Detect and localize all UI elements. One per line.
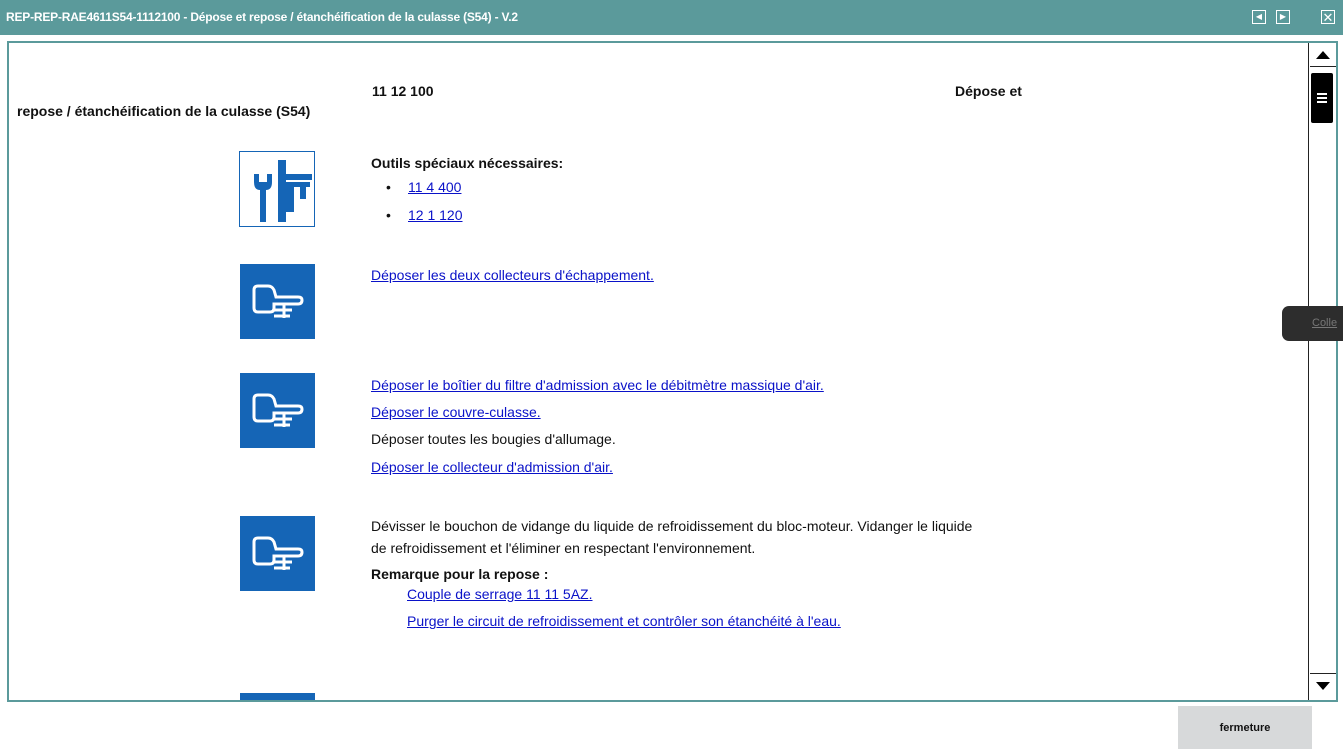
side-collapse-tab[interactable]: Colle <box>1282 306 1343 341</box>
pointing-hand-icon <box>240 693 315 700</box>
scroll-down-button[interactable] <box>1310 673 1336 697</box>
step3-link-bleed-cooling-circuit[interactable]: Purger le circuit de refroidissement et … <box>407 613 841 629</box>
next-button[interactable]: ▶ <box>1276 10 1290 24</box>
grip-line-icon <box>1317 93 1327 95</box>
special-tools-title: Outils spéciaux nécessaires: <box>371 155 564 171</box>
pointing-hand-icon <box>240 373 315 448</box>
vertical-scrollbar[interactable] <box>1308 43 1336 700</box>
page-title-part2: repose / étanchéification de la culasse … <box>17 103 311 119</box>
title-bar: REP-REP-RAE4611S54-1112100 - Dépose et r… <box>0 0 1343 35</box>
document-frame: 11 12 100 Dépose et repose / étanchéific… <box>7 41 1338 702</box>
step3-text-line2: de refroidissement et l'éliminer en resp… <box>371 540 756 556</box>
side-tab-label: Colle <box>1312 317 1338 329</box>
triangle-left-icon: ◀ <box>1255 12 1263 21</box>
tool-link-2[interactable]: 12 1 120 <box>408 207 463 223</box>
special-tools-icon <box>239 151 315 227</box>
bullet-1: • <box>386 179 391 195</box>
step3-note-title: Remarque pour la repose : <box>371 566 549 582</box>
repair-number: 11 12 100 <box>372 83 434 99</box>
page-title-part1: Dépose et <box>955 83 1022 99</box>
step2-link-cylinder-head-cover[interactable]: Déposer le couvre-culasse. <box>371 404 541 420</box>
close-x-icon: ✕ <box>1322 9 1334 25</box>
document-content: 11 12 100 Dépose et repose / étanchéific… <box>9 43 1309 700</box>
step3-link-tightening-torque[interactable]: Couple de serrage 11 11 5AZ. <box>407 586 593 602</box>
step2-link-air-filter-housing[interactable]: Déposer le boîtier du filtre d'admission… <box>371 377 824 393</box>
triangle-down-icon <box>1316 682 1330 690</box>
previous-button[interactable]: ◀ <box>1252 10 1266 24</box>
tool-link-1[interactable]: 11 4 400 <box>408 179 461 195</box>
triangle-right-icon: ▶ <box>1279 12 1287 21</box>
step2-text-spark-plugs: Déposer toutes les bougies d'allumage. <box>371 431 616 447</box>
bullet-2: • <box>386 207 391 223</box>
scroll-thumb[interactable] <box>1311 73 1333 123</box>
close-button[interactable]: fermeture <box>1178 706 1312 749</box>
grip-line-icon <box>1317 97 1327 99</box>
step2-link-intake-manifold[interactable]: Déposer le collecteur d'admission d'air. <box>371 459 613 475</box>
step1-link-exhaust-manifolds[interactable]: Déposer les deux collecteurs d'échappeme… <box>371 267 654 283</box>
pointing-hand-icon <box>240 516 315 591</box>
window-title: REP-REP-RAE4611S54-1112100 - Dépose et r… <box>6 10 518 24</box>
step3-text-line1: Dévisser le bouchon de vidange du liquid… <box>371 518 973 534</box>
triangle-up-icon <box>1316 51 1330 59</box>
close-window-button[interactable]: ✕ <box>1321 10 1335 24</box>
pointing-hand-icon <box>240 264 315 339</box>
scroll-up-button[interactable] <box>1310 43 1336 67</box>
grip-line-icon <box>1317 101 1327 103</box>
